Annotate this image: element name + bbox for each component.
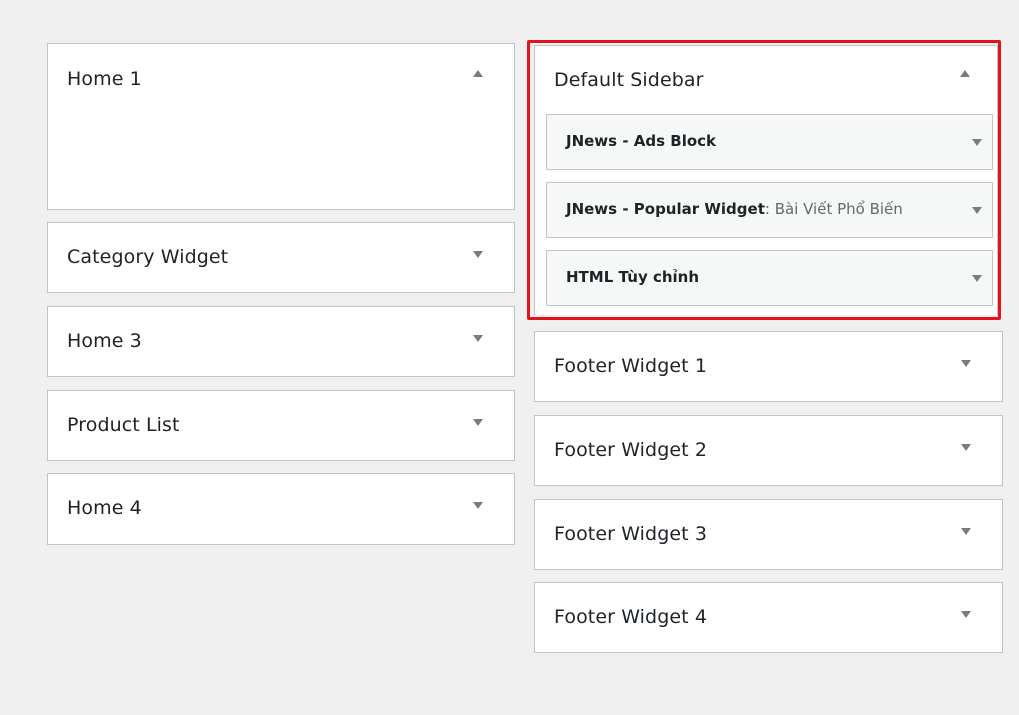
triangle-down-icon[interactable]: [473, 419, 483, 426]
sidebar-area-title[interactable]: Home 4: [67, 499, 142, 518]
triangle-down-icon[interactable]: [972, 139, 982, 146]
sidebar-area-home-1: Home 1: [47, 43, 515, 210]
sidebar-area-title[interactable]: Footer Widget 1: [554, 357, 707, 376]
widget-title: JNews - Popular Widget: Bài Viết Phổ Biế…: [566, 202, 903, 217]
widget-jnews-ads-block[interactable]: JNews - Ads Block: [546, 114, 993, 170]
sidebar-area-footer-widget-1: Footer Widget 1: [534, 331, 1003, 402]
sidebar-area-title[interactable]: Default Sidebar: [554, 71, 704, 90]
sidebar-area-title[interactable]: Footer Widget 2: [554, 441, 707, 460]
sidebar-area-title[interactable]: Home 1: [67, 70, 142, 89]
triangle-down-icon[interactable]: [961, 360, 971, 367]
sidebar-area-footer-widget-2: Footer Widget 2: [534, 415, 1003, 486]
triangle-down-icon[interactable]: [961, 444, 971, 451]
triangle-down-icon[interactable]: [961, 611, 971, 618]
widget-title-text: JNews - Ads Block: [566, 132, 717, 150]
sidebar-area-category-widget: Category Widget: [47, 222, 515, 293]
triangle-down-icon[interactable]: [473, 251, 483, 258]
sidebar-area-default-sidebar: Default Sidebar JNews - Ads Block JNews …: [534, 45, 998, 315]
sidebar-area-footer-widget-3: Footer Widget 3: [534, 499, 1003, 570]
sidebar-area-product-list: Product List: [47, 390, 515, 461]
widget-jnews-popular-widget[interactable]: JNews - Popular Widget: Bài Viết Phổ Biế…: [546, 182, 993, 238]
triangle-down-icon[interactable]: [961, 528, 971, 535]
triangle-up-icon[interactable]: [473, 70, 483, 77]
widget-html-custom[interactable]: HTML Tùy chỉnh: [546, 250, 993, 306]
sidebar-area-title[interactable]: Footer Widget 4: [554, 608, 707, 627]
sidebar-area-title[interactable]: Footer Widget 3: [554, 525, 707, 544]
sidebar-area-home-3: Home 3: [47, 306, 515, 377]
sidebar-area-title[interactable]: Product List: [67, 416, 180, 435]
sidebar-area-title[interactable]: Home 3: [67, 332, 142, 351]
widget-title-text: JNews - Popular Widget: [566, 200, 765, 218]
triangle-down-icon[interactable]: [473, 335, 483, 342]
widget-title: HTML Tùy chỉnh: [566, 270, 699, 285]
widget-subtitle: : Bài Viết Phổ Biến: [764, 200, 903, 218]
widget-title-text: HTML Tùy chỉnh: [566, 268, 700, 286]
sidebar-area-footer-widget-4: Footer Widget 4: [534, 582, 1003, 653]
triangle-down-icon[interactable]: [972, 275, 982, 282]
triangle-down-icon[interactable]: [473, 502, 483, 509]
sidebar-area-home-4: Home 4: [47, 473, 515, 545]
triangle-down-icon[interactable]: [972, 207, 982, 214]
sidebar-area-title[interactable]: Category Widget: [67, 248, 228, 267]
widget-title: JNews - Ads Block: [566, 134, 716, 149]
triangle-up-icon[interactable]: [960, 70, 970, 77]
